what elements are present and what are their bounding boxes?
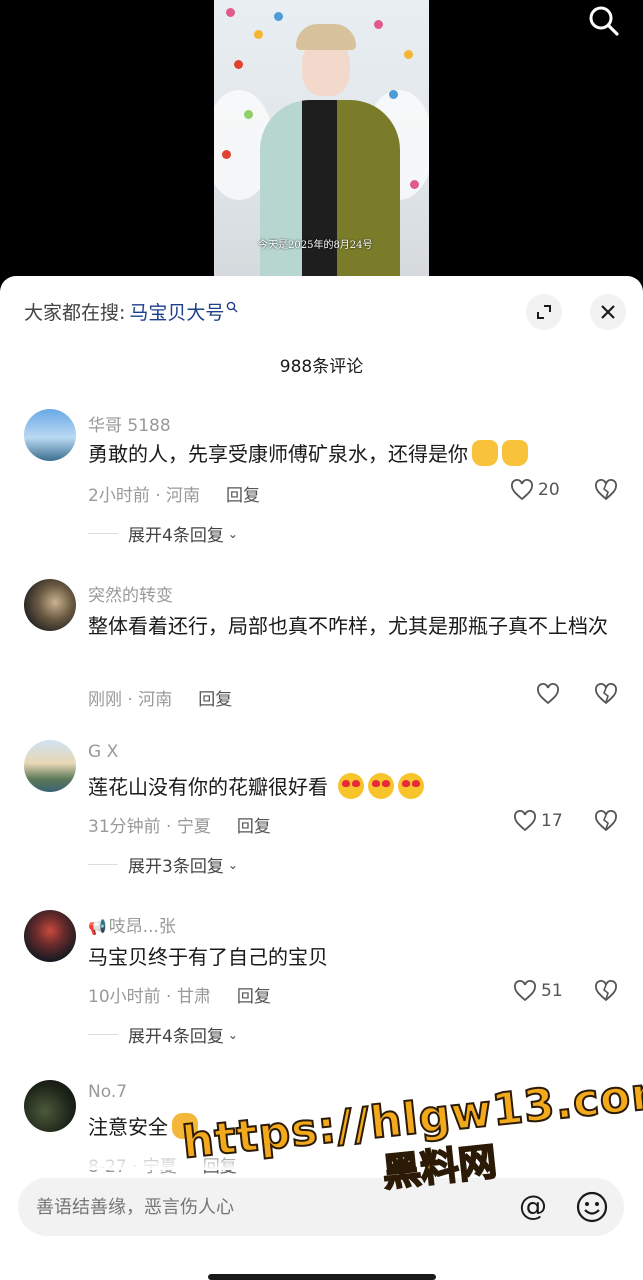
avatar[interactable] xyxy=(24,740,76,792)
search-icon xyxy=(226,301,238,316)
close-button[interactable] xyxy=(590,294,626,330)
reply-button[interactable]: 回复 xyxy=(226,481,260,506)
like-button[interactable]: 17 xyxy=(513,810,563,832)
home-indicator xyxy=(208,1274,436,1280)
search-icon[interactable] xyxy=(587,4,621,38)
comment-username[interactable]: G X xyxy=(88,742,118,762)
expand-replies-label: 展开4条回复 xyxy=(128,526,224,546)
heart-icon xyxy=(514,810,536,832)
trending-search-label: 大家都在搜: xyxy=(24,302,126,324)
smiley-icon xyxy=(576,1191,608,1223)
avatar[interactable] xyxy=(24,1080,76,1132)
flower-decoration xyxy=(374,20,383,29)
flower-decoration xyxy=(389,90,398,99)
comment-meta: 2小时前 · 河南 回复 xyxy=(88,481,260,506)
expand-replies-label: 展开4条回复 xyxy=(128,1027,224,1047)
mention-button[interactable]: @ xyxy=(515,1189,551,1225)
close-icon xyxy=(601,305,615,319)
video-player[interactable]: 今天是2025年的8月24号 xyxy=(0,0,643,285)
flower-decoration xyxy=(234,60,243,69)
comment-username[interactable]: No.7 xyxy=(88,1082,127,1102)
emoji-button[interactable] xyxy=(574,1189,610,1225)
reply-button[interactable]: 回复 xyxy=(237,982,271,1007)
comment-meta: 10小时前 · 甘肃 回复 xyxy=(88,982,271,1007)
flower-decoration xyxy=(254,30,263,39)
thumbs-up-emoji xyxy=(472,440,498,466)
comment-text: 莲花山没有你的花瓣很好看 xyxy=(88,770,608,804)
broken-heart-icon xyxy=(595,479,617,501)
heart-icon xyxy=(514,980,536,1002)
dislike-button[interactable] xyxy=(594,980,618,1006)
comment-meta: 刚刚 · 河南 回复 xyxy=(88,685,232,710)
heart-eyes-emoji xyxy=(338,773,365,799)
video-caption: 今天是2025年的8月24号 xyxy=(258,240,373,251)
chevron-down-icon: ⌄ xyxy=(227,857,238,872)
expand-replies-button[interactable]: 展开3条回复 ⌄ xyxy=(88,852,238,877)
trending-search[interactable]: 大家都在搜: 马宝贝大号 xyxy=(24,298,238,325)
heart-eyes-emoji xyxy=(368,773,395,799)
divider-line xyxy=(88,533,118,534)
comment-username[interactable]: 突然的转变 xyxy=(88,581,173,606)
flower-decoration xyxy=(410,180,419,189)
comment-text: 整体看着还行，局部也真不咋样，尤其是那瓶子真不上档次 xyxy=(88,614,608,638)
like-button[interactable]: 51 xyxy=(513,980,563,1002)
flower-decoration xyxy=(274,12,283,21)
expand-replies-button[interactable]: 展开4条回复 ⌄ xyxy=(88,1022,238,1047)
reply-button[interactable]: 回复 xyxy=(198,685,232,710)
like-count: 20 xyxy=(538,480,560,500)
trending-search-keyword[interactable]: 马宝贝大号 xyxy=(129,298,224,325)
flower-decoration xyxy=(244,110,253,119)
reply-button[interactable]: 回复 xyxy=(237,812,271,837)
person-body xyxy=(260,100,400,285)
person-cap xyxy=(296,24,356,50)
broken-heart-icon xyxy=(595,810,617,832)
comment-username[interactable]: 华哥 5188 xyxy=(88,411,171,436)
heart-icon xyxy=(511,479,533,501)
avatar[interactable] xyxy=(24,409,76,461)
dislike-button[interactable] xyxy=(594,810,618,836)
comment-text: 勇敢的人，先享受康师傅矿泉水，还得是你 xyxy=(88,437,608,471)
avatar[interactable] xyxy=(24,579,76,631)
comment-meta: 31分钟前 · 宁夏 回复 xyxy=(88,812,271,837)
expand-sheet-button[interactable] xyxy=(526,294,562,330)
video-frame[interactable]: 今天是2025年的8月24号 xyxy=(214,0,429,285)
like-button[interactable] xyxy=(536,683,564,705)
comment-time-location: 31分钟前 · 宁夏 xyxy=(88,817,211,837)
like-button[interactable]: 20 xyxy=(510,479,560,501)
heart-eyes-emoji xyxy=(398,773,425,799)
like-count: 51 xyxy=(541,981,563,1001)
comment-text: 马宝贝终于有了自己的宝贝 xyxy=(88,945,328,969)
comment-text-content: 勇敢的人，先享受康师傅矿泉水，还得是你 xyxy=(88,442,468,466)
comment-time-location: 刚刚 · 河南 xyxy=(88,690,173,710)
comment-count: 988条评论 xyxy=(279,357,364,377)
expand-icon xyxy=(537,305,551,319)
avatar[interactable] xyxy=(24,910,76,962)
comment-username[interactable]: 📢 吱昂...张 xyxy=(88,912,176,937)
megaphone-icon: 📢 xyxy=(88,918,107,936)
comment-text-content: 莲花山没有你的花瓣很好看 xyxy=(88,775,328,799)
chevron-down-icon: ⌄ xyxy=(227,1027,238,1042)
broken-heart-icon xyxy=(595,980,617,1002)
dislike-button[interactable] xyxy=(594,683,618,709)
expand-replies-label: 展开3条回复 xyxy=(128,857,224,877)
comment-username-text: 吱昂...张 xyxy=(108,917,176,937)
divider-line xyxy=(88,1034,118,1035)
chevron-down-icon: ⌄ xyxy=(227,526,238,541)
thumbs-up-emoji xyxy=(502,440,528,466)
comment-time-location: 10小时前 · 甘肃 xyxy=(88,987,211,1007)
flower-decoration xyxy=(226,8,235,17)
comment-time-location: 2小时前 · 河南 xyxy=(88,486,201,506)
flower-decoration xyxy=(222,150,231,159)
expand-replies-button[interactable]: 展开4条回复 ⌄ xyxy=(88,521,238,546)
flower-decoration xyxy=(404,50,413,59)
comment-text-content: 注意安全 xyxy=(88,1115,168,1139)
like-count: 17 xyxy=(541,811,563,831)
divider-line xyxy=(88,864,118,865)
dislike-button[interactable] xyxy=(594,479,618,505)
broken-heart-icon xyxy=(595,683,617,705)
heart-icon xyxy=(537,683,559,705)
